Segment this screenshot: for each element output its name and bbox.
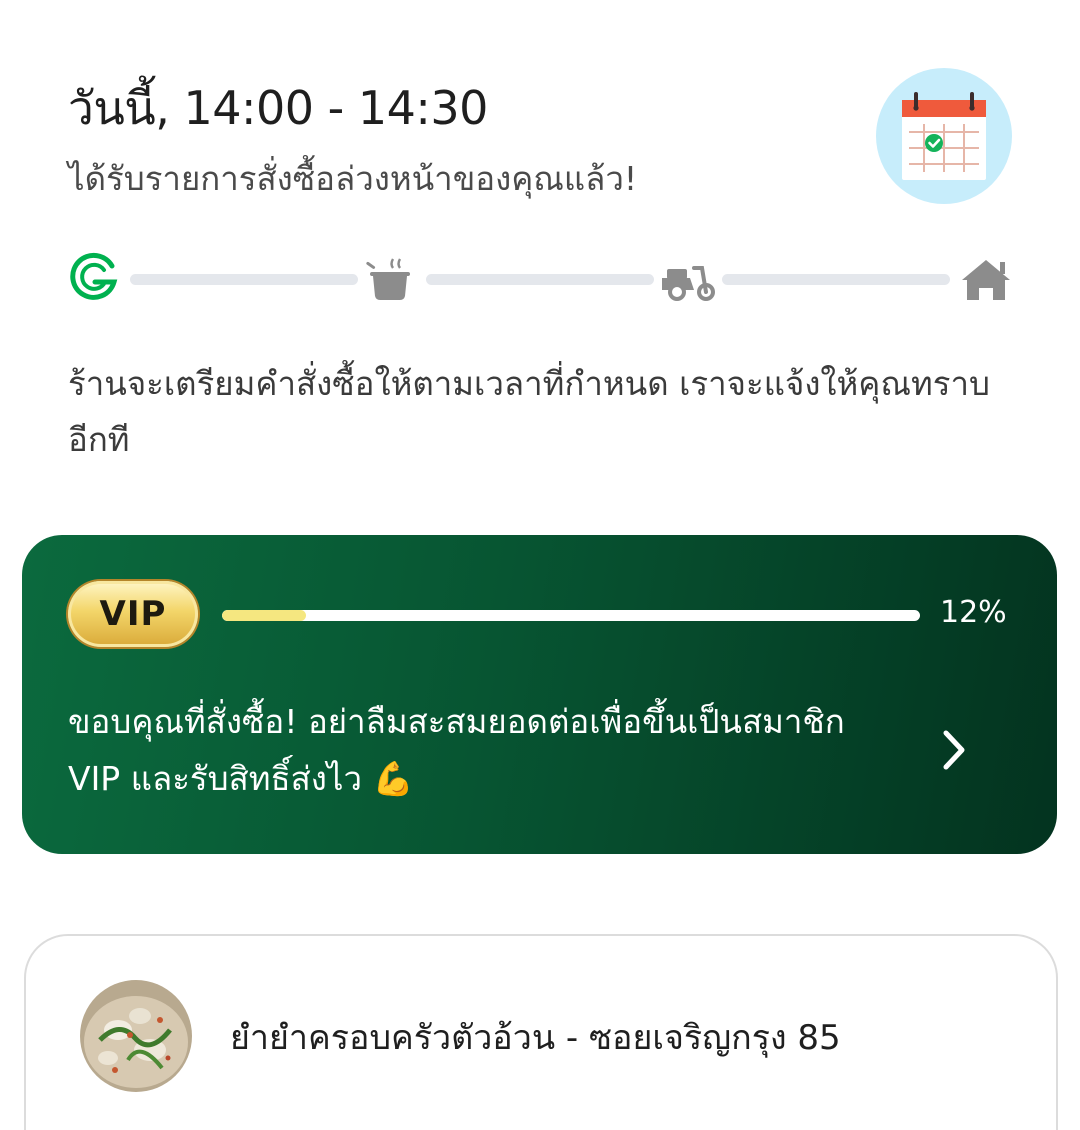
preparation-info-text: ร้านจะเตรียมคำสั่งซื้อให้ตามเวลาที่กำหนด… (68, 364, 990, 459)
home-icon (962, 260, 1010, 300)
restaurant-name: ยำยำครอบครัวตัวอ้วน - ซอยเจริญกรุง 85 (230, 1018, 841, 1058)
tracker-segment-3 (722, 274, 950, 285)
tracker-segment-2 (426, 274, 654, 285)
vip-badge-label: VIP (99, 594, 167, 634)
order-status-screen: วันนี้, 14:00 - 14:30 ได้รับรายการสั่งซื… (0, 0, 1080, 1130)
cooking-pot-icon (366, 258, 410, 300)
grab-logo-icon (70, 252, 118, 300)
delivery-scooter-icon (662, 266, 715, 301)
restaurant-card[interactable]: ยำยำครอบครัวตัวอ้วน - ซอยเจริญกรุง 85 (24, 934, 1058, 1130)
restaurant-photo (80, 980, 192, 1092)
vip-progress-fill (222, 610, 306, 621)
vip-progress-percent: 12% (940, 595, 1007, 630)
chevron-right-icon[interactable] (934, 725, 974, 775)
vip-progress-card[interactable]: VIP 12% ขอบคุณที่สั่งซื้อ! อย่าลืมสะสมยอ… (22, 535, 1057, 854)
tracker-segment-1 (130, 274, 358, 285)
vip-progress-bar (222, 610, 920, 621)
vip-badge: VIP (68, 581, 198, 647)
vip-message: ขอบคุณที่สั่งซื้อ! อย่าลืมสะสมยอดต่อเพื่… (68, 702, 845, 798)
